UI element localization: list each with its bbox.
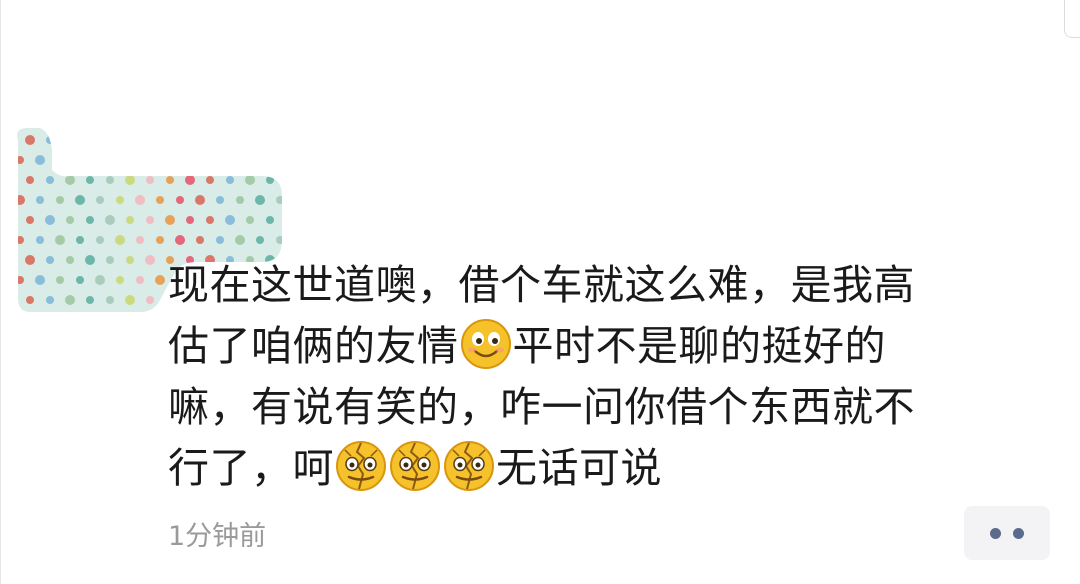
post-line-1: 现在这世道噢，借个车就这么难，是我高: [168, 261, 915, 309]
moments-post: 现在这世道噢，借个车就这么难，是我高 估了咱俩的友情 平时不是聊的挺好的 嘛，有说…: [0, 0, 1080, 584]
corner-tab: [1064, 0, 1080, 38]
post-text: 现在这世道噢，借个车就这么难，是我高 估了咱俩的友情 平时不是聊的挺好的 嘛，有说…: [168, 255, 1018, 499]
more-actions-button[interactable]: [964, 506, 1050, 560]
post-line-2-text-b: 平时不是聊的挺好的: [512, 322, 886, 370]
post-line-2-text-a: 估了咱俩的友情: [168, 322, 459, 370]
cracked-face-emoji-icon: [336, 441, 386, 491]
post-timestamp: 1分钟前: [168, 521, 267, 552]
more-dots-icon: [990, 527, 1001, 539]
more-dots-icon: [1013, 527, 1024, 539]
post-line-2: 估了咱俩的友情 平时不是聊的挺好的: [168, 316, 1018, 377]
cracked-face-emoji-icon: [444, 441, 494, 491]
cracked-face-emoji-icon: [390, 441, 440, 491]
post-line-4-text-a: 行了，呵: [168, 444, 334, 492]
post-line-3: 嘛，有说有笑的，咋一问你借个东西就不: [168, 383, 915, 431]
smile-emoji-icon: [460, 319, 511, 369]
post-line-4-text-b: 无话可说: [496, 444, 662, 492]
post-line-4: 行了，呵 无话可说: [168, 438, 1018, 499]
